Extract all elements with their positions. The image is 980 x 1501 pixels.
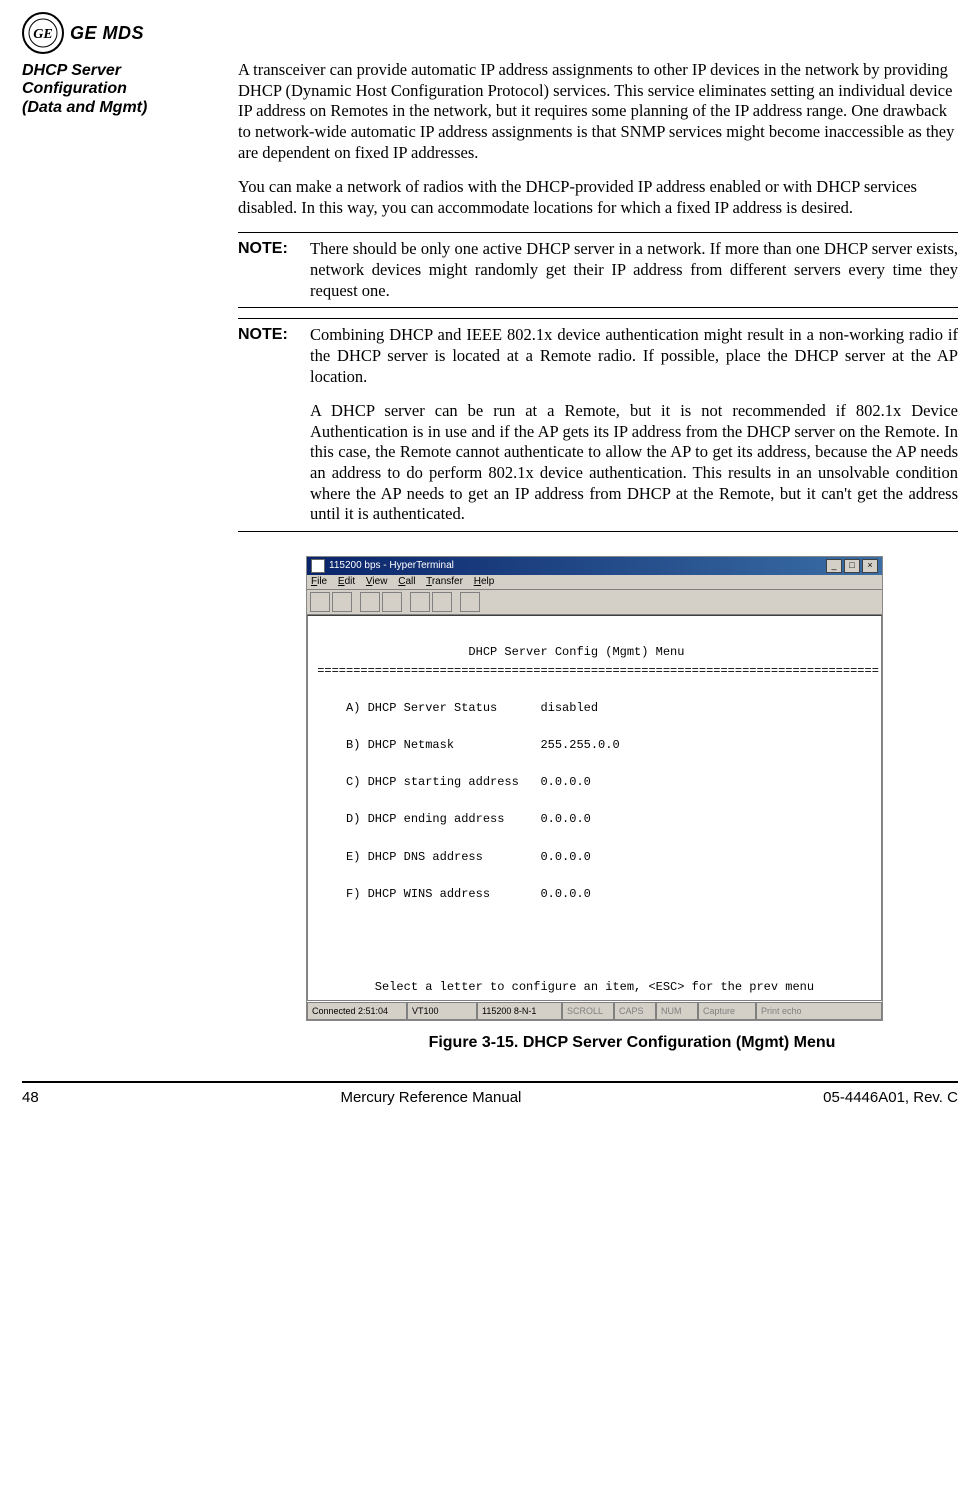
close-button[interactable]: ×	[862, 559, 878, 573]
window-title: 115200 bps - HyperTerminal	[329, 560, 454, 573]
note-body: There should be only one active DHCP ser…	[310, 239, 958, 301]
status-port: 115200 8-N-1	[477, 1002, 562, 1020]
footer-page-number: 48	[22, 1089, 39, 1108]
main-content: A transceiver can provide automatic IP a…	[238, 60, 958, 1059]
sidebar-line1: DHCP Server	[22, 62, 214, 80]
maximize-button[interactable]: □	[844, 559, 860, 573]
menu-view[interactable]: View	[366, 576, 388, 587]
paragraph-1: A transceiver can provide automatic IP a…	[238, 60, 958, 163]
paragraph-2: You can make a network of radios with th…	[238, 177, 958, 218]
status-caps: CAPS	[614, 1002, 656, 1020]
toolbar-new-icon[interactable]	[310, 592, 330, 612]
status-connected: Connected 2:51:04	[307, 1002, 407, 1020]
note-body: Combining DHCP and IEEE 802.1x device au…	[310, 325, 958, 525]
toolbar-properties-icon[interactable]	[460, 592, 480, 612]
page-footer: 48 Mercury Reference Manual 05-4446A01, …	[22, 1089, 958, 1108]
toolbar-disconnect-icon[interactable]	[382, 592, 402, 612]
toolbar-connect-icon[interactable]	[360, 592, 380, 612]
note-block-2: NOTE: Combining DHCP and IEEE 802.1x dev…	[238, 318, 958, 532]
window-title-bar: 115200 bps - HyperTerminal _ □ ×	[307, 557, 882, 575]
note-label: NOTE:	[238, 325, 300, 525]
menu-transfer[interactable]: Transfer	[426, 576, 463, 587]
minimize-button[interactable]: _	[826, 559, 842, 573]
sidebar-line3: (Data and Mgmt)	[22, 99, 214, 117]
hyperterminal-window: 115200 bps - HyperTerminal _ □ × File Ed…	[306, 556, 883, 1021]
tool-bar	[307, 590, 882, 615]
toolbar-open-icon[interactable]	[332, 592, 352, 612]
status-bar: Connected 2:51:04 VT100 115200 8-N-1 SCR…	[307, 1001, 882, 1020]
status-num: NUM	[656, 1002, 698, 1020]
menu-file[interactable]: File	[311, 576, 327, 587]
status-printecho: Print echo	[756, 1002, 882, 1020]
brand-text: GE MDS	[70, 22, 144, 45]
footer-right: 05-4446A01, Rev. C	[823, 1089, 958, 1108]
terminal-screen[interactable]: DHCP Server Config (Mgmt) Menu =========…	[307, 615, 882, 1001]
status-capture: Capture	[698, 1002, 756, 1020]
status-emulation: VT100	[407, 1002, 477, 1020]
toolbar-send-icon[interactable]	[410, 592, 430, 612]
figure-caption: Figure 3-15. DHCP Server Configuration (…	[306, 1033, 958, 1053]
note2-para2: A DHCP server can be run at a Remote, bu…	[310, 401, 958, 525]
note2-para1: Combining DHCP and IEEE 802.1x device au…	[310, 325, 958, 387]
footer-rule: 48 Mercury Reference Manual 05-4446A01, …	[22, 1081, 958, 1108]
note-block-1: NOTE: There should be only one active DH…	[238, 232, 958, 308]
brand-logo-row: GE GE MDS	[22, 12, 958, 54]
menu-bar: File Edit View Call Transfer Help	[307, 575, 882, 591]
menu-call[interactable]: Call	[398, 576, 415, 587]
svg-text:GE: GE	[33, 27, 52, 42]
note-label: NOTE:	[238, 239, 300, 301]
sidebar-line2: Configuration	[22, 80, 214, 98]
sidebar-heading: DHCP Server Configuration (Data and Mgmt…	[22, 60, 214, 1059]
menu-help[interactable]: Help	[474, 576, 495, 587]
ge-monogram-icon: GE	[22, 12, 64, 54]
footer-center: Mercury Reference Manual	[340, 1089, 521, 1108]
toolbar-receive-icon[interactable]	[432, 592, 452, 612]
menu-edit[interactable]: Edit	[338, 576, 355, 587]
app-icon	[311, 559, 325, 573]
figure-wrapper: 115200 bps - HyperTerminal _ □ × File Ed…	[306, 556, 958, 1053]
status-scroll: SCROLL	[562, 1002, 614, 1020]
